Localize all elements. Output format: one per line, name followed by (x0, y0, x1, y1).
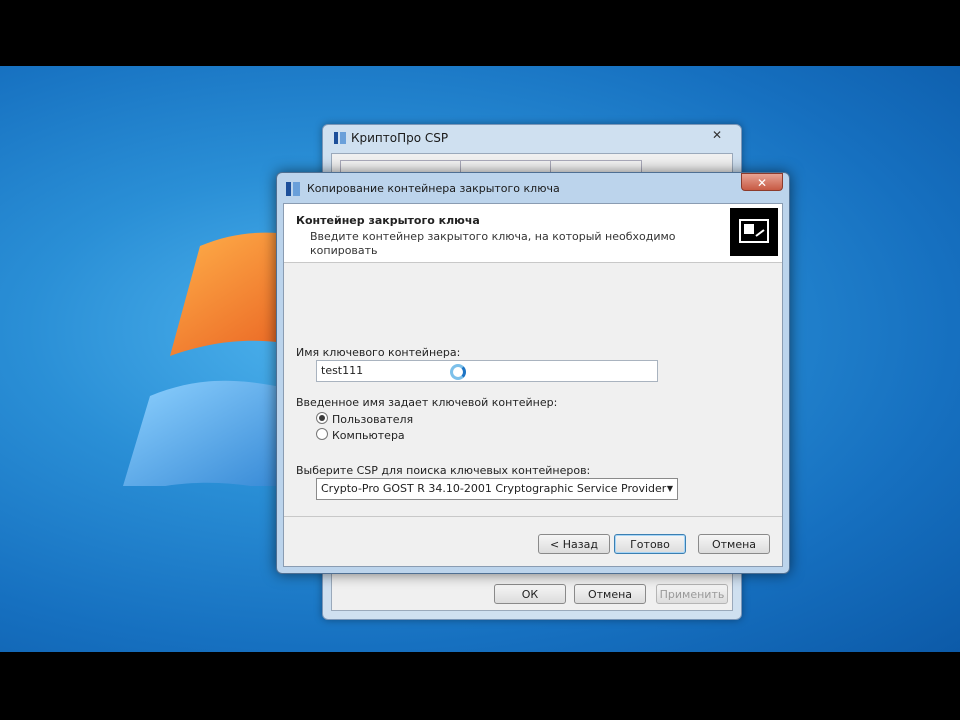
radio-user-button[interactable] (316, 412, 328, 424)
finish-button[interactable]: Готово (614, 534, 686, 554)
header-description: Введите контейнер закрытого ключа, на ко… (310, 230, 676, 257)
copy-key-container-dialog: Копирование контейнера закрытого ключа ✕… (276, 172, 790, 574)
csp-selected-value: Crypto-Pro GOST R 34.10-2001 Cryptograph… (321, 482, 667, 495)
radio-computer-label: Компьютера (332, 429, 405, 442)
dialog-client-area: Контейнер закрытого ключа Введите контей… (283, 203, 783, 567)
owner-label: Введенное имя задает ключевой контейнер: (296, 396, 558, 409)
radio-computer-button[interactable] (316, 428, 328, 440)
cryptopro-app-icon (334, 132, 346, 144)
desktop: КриптоПро CSP ✕ ОК Отмена Применить Копи… (0, 66, 960, 652)
radio-computer[interactable]: Компьютера (316, 428, 405, 442)
close-button[interactable]: ✕ (741, 173, 783, 191)
radio-user[interactable]: Пользователя (316, 412, 413, 426)
wizard-header: Контейнер закрытого ключа Введите контей… (284, 204, 782, 263)
cancel-button[interactable]: Отмена (574, 584, 646, 604)
video-frame: КриптоПро CSP ✕ ОК Отмена Применить Копи… (0, 0, 960, 720)
cryptopro-app-icon (286, 182, 300, 196)
csp-select[interactable]: Crypto-Pro GOST R 34.10-2001 Cryptograph… (316, 478, 678, 500)
wizard-banner (730, 208, 778, 256)
container-name-label: Имя ключевого контейнера: (296, 346, 461, 359)
chevron-down-icon: ▼ (666, 484, 673, 493)
footer-divider (284, 516, 782, 517)
dialog-title: Копирование контейнера закрытого ключа (307, 182, 560, 195)
container-name-input[interactable]: test111 (316, 360, 658, 382)
cancel-button[interactable]: Отмена (698, 534, 770, 554)
window-title: КриптоПро CSP (351, 131, 449, 145)
csp-label: Выберите CSP для поиска ключевых контейн… (296, 464, 591, 477)
back-button[interactable]: < Назад (538, 534, 610, 554)
apply-button[interactable]: Применить (656, 584, 728, 604)
header-title: Контейнер закрытого ключа (296, 214, 480, 227)
busy-cursor-icon (450, 364, 466, 380)
ok-button[interactable]: ОК (494, 584, 566, 604)
certificate-icon (739, 219, 769, 243)
close-button[interactable]: ✕ (699, 127, 735, 143)
radio-user-label: Пользователя (332, 413, 414, 426)
